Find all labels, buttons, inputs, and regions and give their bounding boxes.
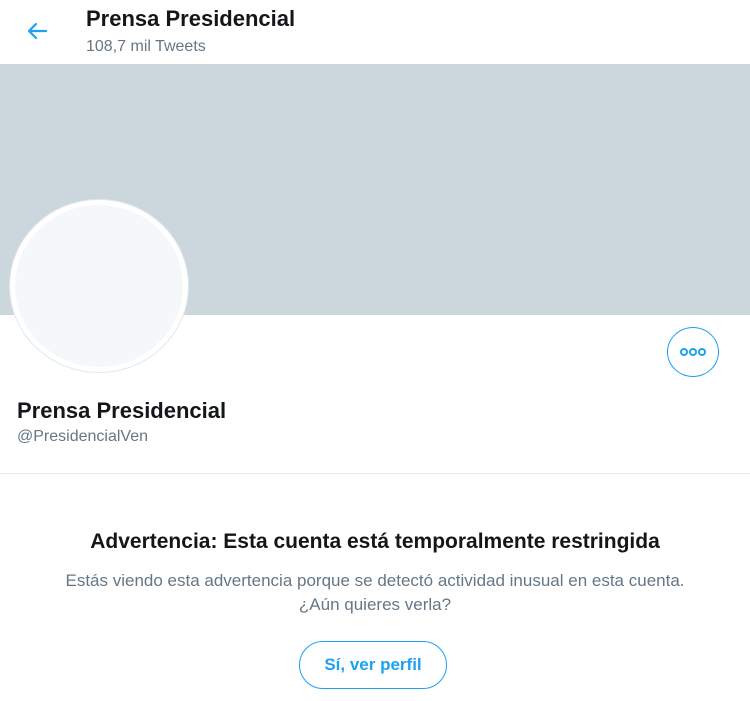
warning-message-line-1: Estás viendo esta advertencia porque se … — [65, 571, 685, 590]
profile-page: Prensa Presidencial 108,7 mil Tweets Pre… — [0, 0, 750, 701]
more-options-icon — [680, 348, 706, 356]
back-arrow-icon — [27, 22, 48, 40]
more-options-button[interactable] — [667, 327, 719, 377]
back-button[interactable] — [18, 14, 56, 48]
profile-header: Prensa Presidencial 108,7 mil Tweets — [0, 0, 750, 64]
tweet-count: 108,7 mil Tweets — [86, 38, 206, 55]
warning-title: Advertencia: Esta cuenta está temporalme… — [90, 530, 660, 553]
warning-message-line-2: ¿Aún quieres verla? — [298, 595, 452, 614]
warning-message: Estás viendo esta advertencia porque se … — [20, 569, 730, 617]
section-divider — [0, 473, 750, 474]
avatar — [10, 200, 188, 372]
header-title: Prensa Presidencial — [86, 6, 296, 31]
view-profile-button[interactable]: Sí, ver perfil — [299, 641, 447, 689]
profile-name: Prensa Presidencial — [17, 398, 227, 423]
profile-handle: @PresidencialVen — [17, 428, 148, 445]
